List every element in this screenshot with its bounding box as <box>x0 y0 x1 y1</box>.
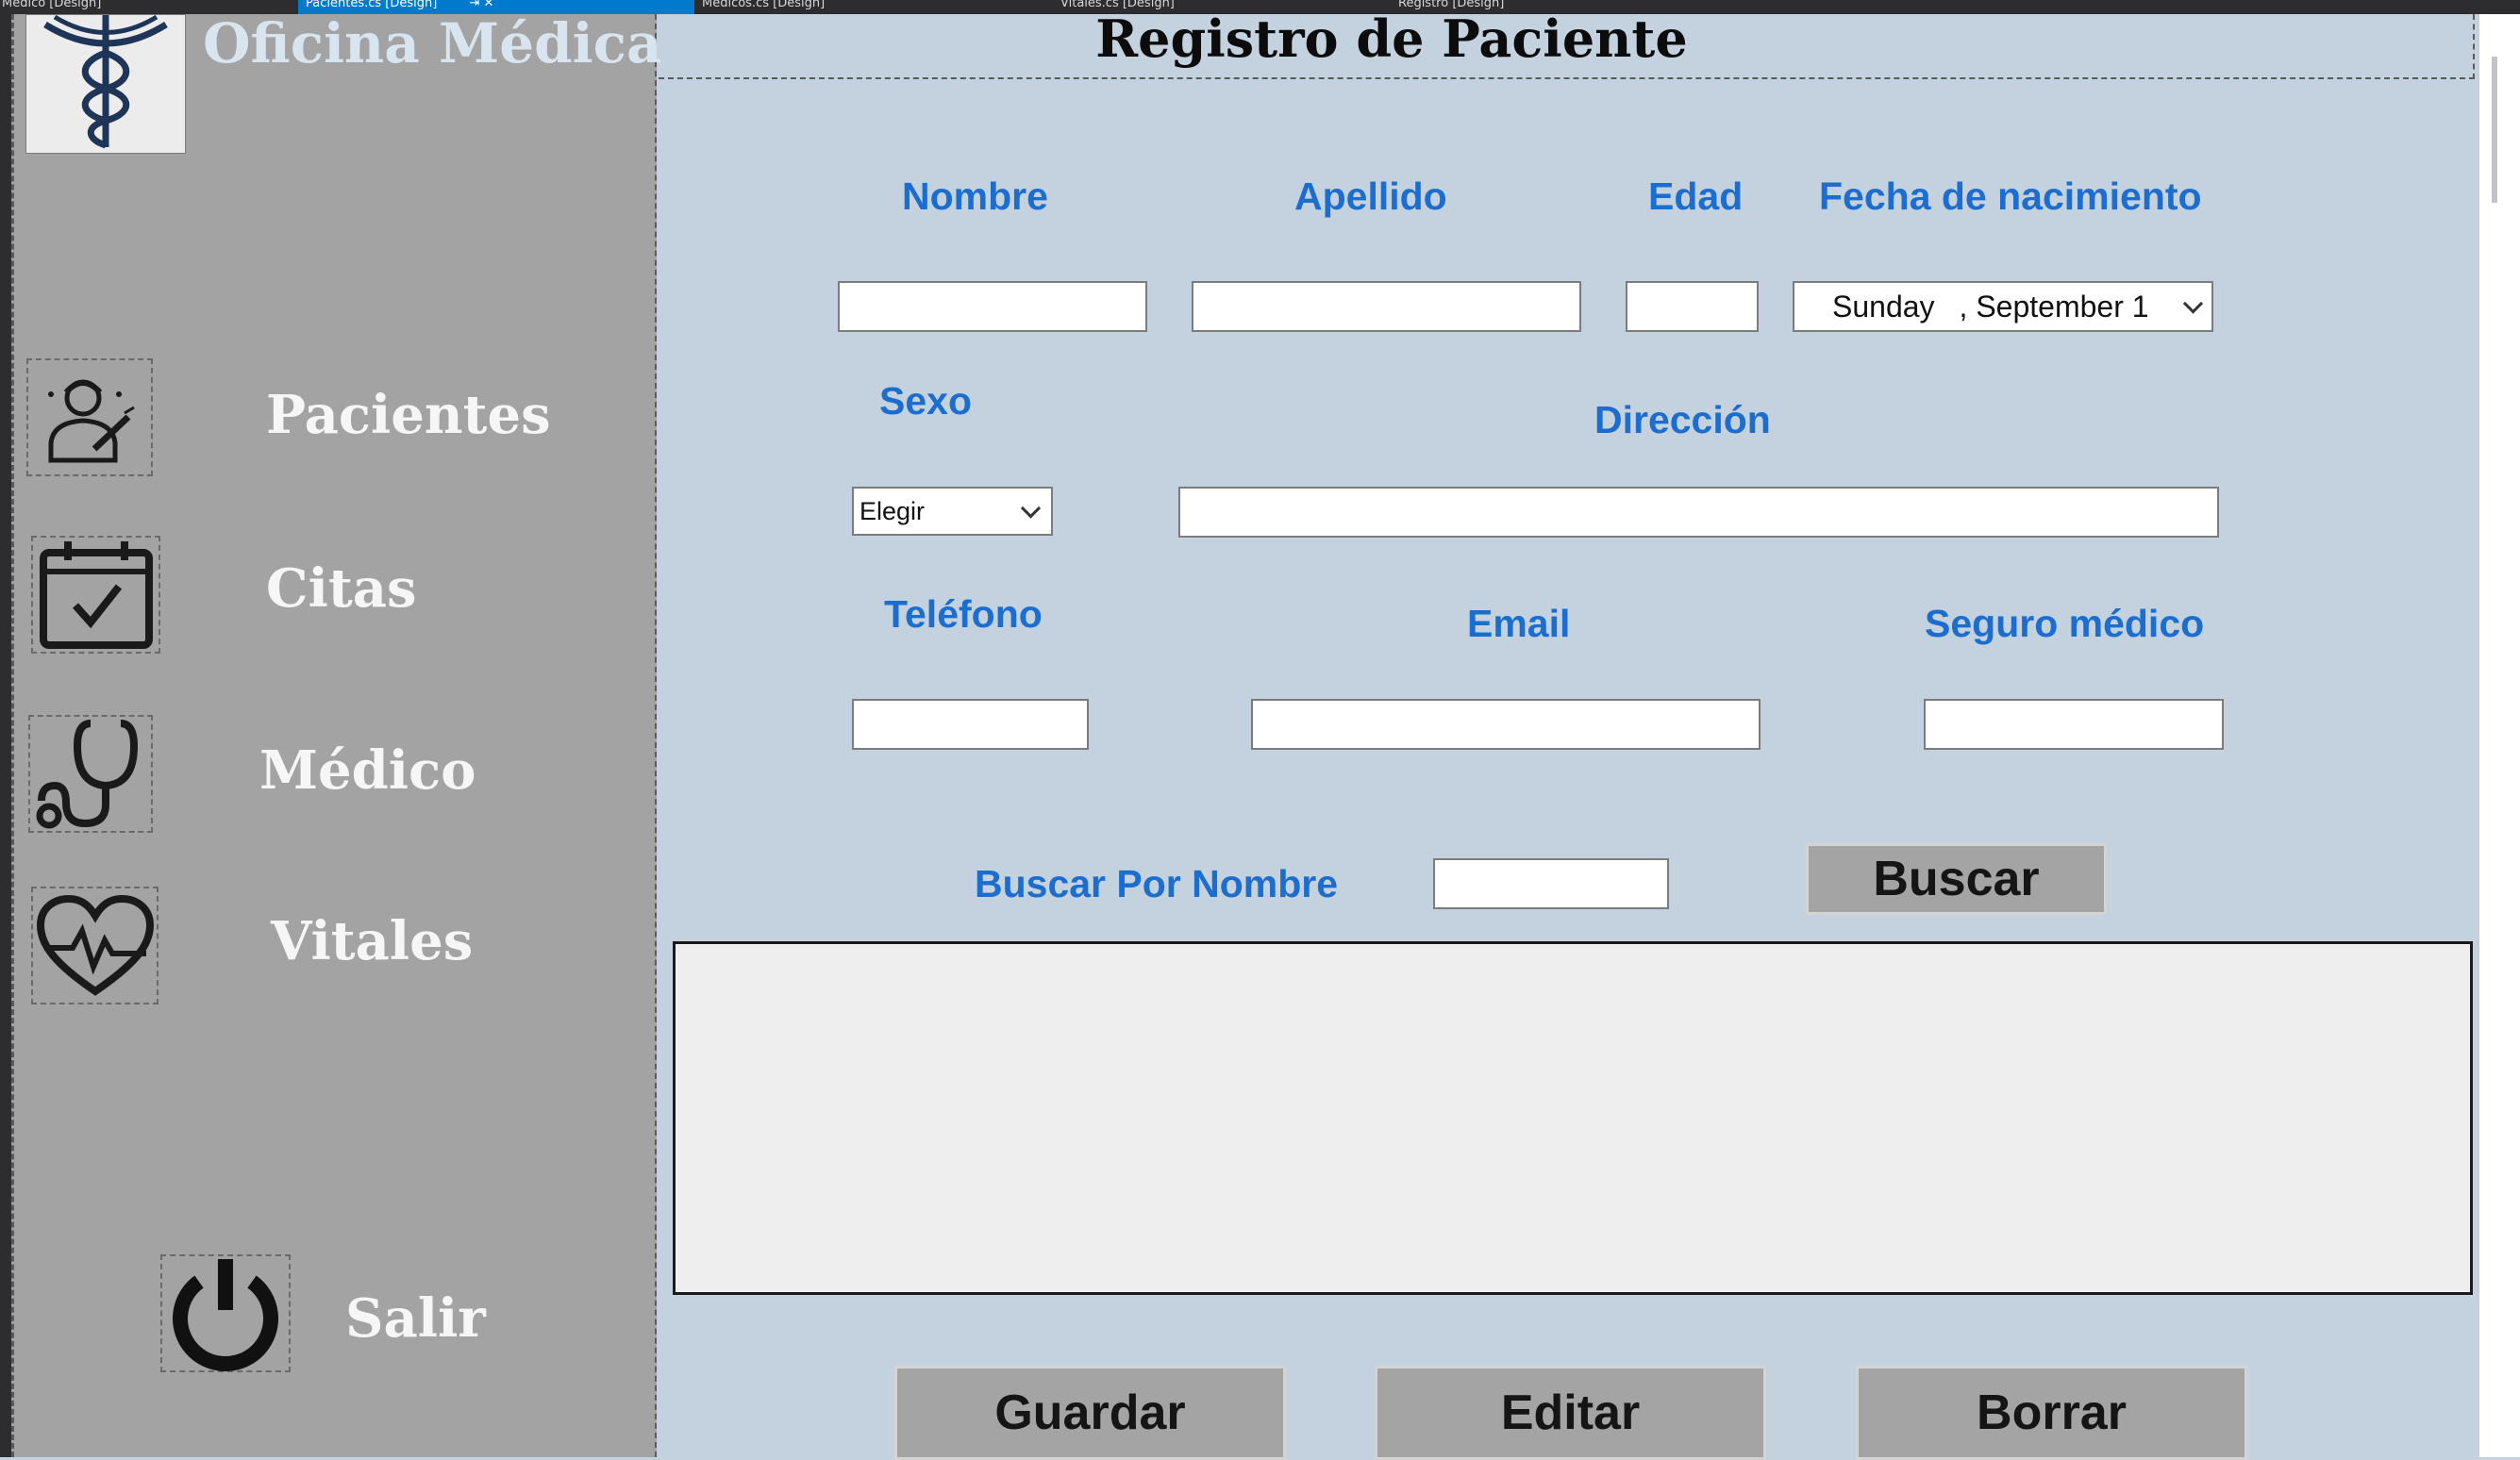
fecha-nacimiento-picker[interactable]: Sunday , September 1 <box>1793 281 2213 332</box>
edad-label: Edad <box>1648 174 1744 218</box>
seguro-medico-input[interactable] <box>1924 699 2224 750</box>
nombre-label: Nombre <box>902 174 1048 218</box>
sidebar-item-vitales[interactable]: Vitales <box>271 913 473 970</box>
patients-data-grid[interactable] <box>673 941 2473 1295</box>
guardar-button[interactable]: Guardar <box>894 1366 1286 1460</box>
exit-button-icon[interactable] <box>160 1254 291 1372</box>
stethoscope-icon <box>36 719 139 828</box>
calendar-check-icon <box>39 540 153 649</box>
sexo-selected-value: Elegir <box>859 496 926 525</box>
email-input[interactable] <box>1251 699 1761 750</box>
search-input[interactable] <box>1433 858 1669 909</box>
power-icon <box>173 1258 278 1371</box>
direccion-label: Dirección <box>1594 398 1771 441</box>
nombre-input[interactable] <box>838 281 1147 332</box>
tab-label: Médico [Design] <box>2 0 102 10</box>
seguro-medico-label: Seguro médico <box>1925 602 2205 645</box>
scrollbar-thumb[interactable] <box>2492 57 2497 203</box>
date-day: Sunday <box>1832 289 1935 324</box>
sidebar-item-pacientes[interactable]: Pacientes <box>266 387 551 443</box>
logo <box>25 14 186 154</box>
chevron-down-icon[interactable] <box>2182 293 2204 314</box>
sexo-select[interactable]: Elegir <box>852 487 1053 536</box>
sidebar-item-citas[interactable]: Citas <box>266 560 417 617</box>
app-name: Oficina Médica <box>203 11 662 75</box>
tab-medicos-design[interactable]: Medicos.cs [Design] <box>698 0 1013 14</box>
editar-button[interactable]: Editar <box>1375 1366 1766 1460</box>
exit-button[interactable]: Salir <box>345 1290 486 1347</box>
chevron-down-icon[interactable] <box>1020 498 1042 519</box>
heart-pulse-icon <box>36 894 154 996</box>
doctor-icon <box>48 379 135 462</box>
email-label: Email <box>1467 602 1571 645</box>
telefono-input[interactable] <box>852 699 1089 750</box>
tab-label: Pacientes.cs [Design] <box>306 0 438 10</box>
fecha-nacimiento-label: Fecha de nacimiento <box>1819 174 2202 218</box>
borrar-button[interactable]: Borrar <box>1856 1366 2247 1460</box>
direccion-input[interactable] <box>1178 487 2219 538</box>
telefono-label: Teléfono <box>884 592 1043 636</box>
designer-left-edge <box>0 14 11 1457</box>
sidebar-item-medico[interactable]: Médico <box>259 742 476 799</box>
date-rest: , September 1 <box>1959 289 2149 324</box>
sexo-label: Sexo <box>879 379 972 423</box>
sidebar-item-medico-icon[interactable] <box>28 715 153 833</box>
sidebar-item-pacientes-icon[interactable] <box>26 358 153 476</box>
apellido-label: Apellido <box>1294 174 1447 218</box>
apellido-input[interactable] <box>1192 281 1581 332</box>
tab-label: Medicos.cs [Design] <box>702 0 826 10</box>
caduceus-icon <box>43 14 168 149</box>
buscar-nombre-label: Buscar Por Nombre <box>975 862 1339 905</box>
page-title: Registro de Paciente <box>1095 8 1688 69</box>
sidebar-item-citas-icon[interactable] <box>31 536 160 654</box>
edad-input[interactable] <box>1626 281 1759 332</box>
sidebar-item-vitales-icon[interactable] <box>31 887 159 1004</box>
buscar-button[interactable]: Buscar <box>1806 843 2107 915</box>
close-icon[interactable]: ⇥ ✕ <box>469 0 493 10</box>
vertical-scrollbar[interactable] <box>2479 14 2520 1457</box>
